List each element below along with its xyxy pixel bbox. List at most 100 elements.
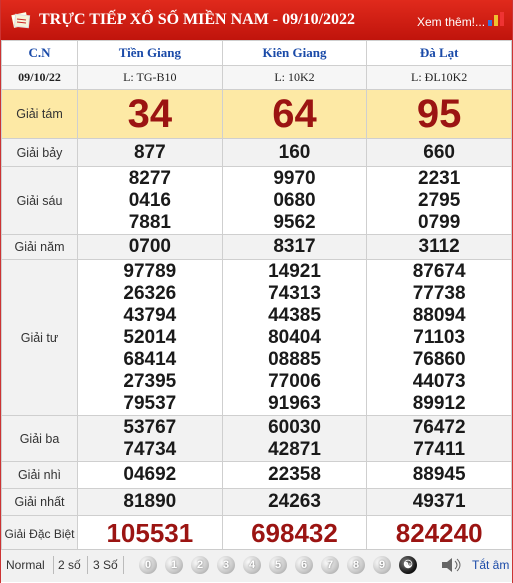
mute-button[interactable]: Tắt âm xyxy=(472,558,509,572)
ticket-code-row: 09/10/22 L: TG-B10 L: 10K2 L: ĐL10K2 xyxy=(1,65,512,90)
prize-row-special: Giải Đặc Biệt 105531 698432 824240 xyxy=(1,515,512,552)
prize-number: 64 xyxy=(272,91,317,136)
prize-number: 7881 xyxy=(128,211,171,233)
divider xyxy=(123,556,124,574)
prize-number: 44385 xyxy=(268,304,321,326)
digit-ball-button[interactable]: 9 xyxy=(373,556,391,574)
prize-row-g2: Giải nhì 04692 22358 88945 xyxy=(1,461,512,489)
digit-ball-button[interactable]: 0 xyxy=(139,556,157,574)
prize-number: 77006 xyxy=(268,370,321,392)
prize-row-g5: Giải năm 0700 8317 3112 xyxy=(1,234,512,260)
prize-number: 53767 xyxy=(123,416,177,438)
prize-row-g4: Giải tư 97789 26326 43794 52014 68414 27… xyxy=(1,259,512,416)
prize-number: 71103 xyxy=(413,326,466,348)
prize-number: 9970 xyxy=(273,167,316,189)
special-prize-number: 824240 xyxy=(395,518,483,548)
prize-number: 8317 xyxy=(273,236,316,257)
prize-number: 52014 xyxy=(123,326,177,348)
prize-number: 77738 xyxy=(412,282,466,304)
lottery-widget: TRỰC TIẾP XỔ SỐ MIỀN NAM - 09/10/2022 Xe… xyxy=(0,0,513,583)
prize-number: 34 xyxy=(127,91,173,136)
prize-number: 80404 xyxy=(268,326,321,348)
prize-number: 9562 xyxy=(273,211,316,233)
prize-number: 42871 xyxy=(268,438,321,460)
digit-ball-button[interactable]: 3 xyxy=(217,556,235,574)
prize-number: 22358 xyxy=(268,464,321,485)
two-digit-mode-button[interactable]: 2 số xyxy=(58,558,81,572)
prize-number: 0700 xyxy=(128,236,171,257)
speaker-icon[interactable] xyxy=(441,558,463,572)
digit-ball-button[interactable]: 4 xyxy=(243,556,261,574)
prize-number: 44073 xyxy=(412,370,466,392)
prize-number: 91963 xyxy=(268,392,321,414)
display-toolbar: Normal 2 số 3 Số 0 1 2 3 4 5 6 7 8 9 ☯ T… xyxy=(1,549,512,582)
prize-number: 14921 xyxy=(268,260,321,282)
digit-ball-button[interactable]: 8 xyxy=(347,556,365,574)
prize-number: 76472 xyxy=(412,416,466,438)
prize-row-g6: Giải sáu 8277 0416 7881 9970 0680 9562 2231 2… xyxy=(1,166,512,235)
prize-number: 08885 xyxy=(268,348,321,370)
digit-ball-button[interactable]: 2 xyxy=(191,556,209,574)
digit-ball-button[interactable]: 1 xyxy=(165,556,183,574)
prize-number: 95 xyxy=(416,91,462,136)
prize-number: 8277 xyxy=(128,167,171,189)
prize-label: Giải năm xyxy=(1,234,78,260)
prize-row-g3: Giải ba 53767 74734 60030 42871 76472 77411 xyxy=(1,415,512,462)
prize-number: 3112 xyxy=(418,236,460,257)
prize-number: 77411 xyxy=(413,438,466,460)
results-table: C.N Tiền Giang Kiên Giang Đà Lạt 09/10/2… xyxy=(1,40,512,552)
prize-number: 49371 xyxy=(412,491,466,512)
prize-number: 74313 xyxy=(268,282,321,304)
prize-number: 160 xyxy=(278,141,311,163)
divider xyxy=(53,556,54,574)
yin-yang-icon[interactable]: ☯ xyxy=(399,556,417,574)
digit-ball-button[interactable]: 5 xyxy=(269,556,287,574)
ticket-code: L: ĐL10K2 xyxy=(366,65,512,90)
prize-label: Giải bảy xyxy=(1,138,78,167)
prize-label: Giải tám xyxy=(1,89,78,139)
divider xyxy=(87,556,88,574)
three-digit-mode-button[interactable]: 3 Số xyxy=(93,558,118,572)
prize-number: 2231 xyxy=(418,167,461,189)
header-bar: TRỰC TIẾP XỔ SỐ MIỀN NAM - 09/10/2022 Xe… xyxy=(1,0,512,40)
province-header[interactable]: Đà Lạt xyxy=(366,40,512,66)
prize-number: 0680 xyxy=(273,189,316,211)
prize-row-g7: Giải bảy 877 160 660 xyxy=(1,138,512,167)
prize-number: 0416 xyxy=(128,189,171,211)
prize-label: Giải nhất xyxy=(1,488,78,516)
prize-row-g1: Giải nhất 81890 24263 49371 xyxy=(1,488,512,516)
prize-number: 88945 xyxy=(412,464,466,485)
special-prize-number: 105531 xyxy=(106,518,194,548)
draw-date: 09/10/22 xyxy=(1,65,78,90)
province-header[interactable]: Tiền Giang xyxy=(77,40,223,66)
prize-number: 0799 xyxy=(418,211,461,233)
prize-number: 81890 xyxy=(123,491,177,512)
province-header[interactable]: Kiên Giang xyxy=(221,40,368,66)
prize-number: 27395 xyxy=(123,370,177,392)
normal-mode-button[interactable]: Normal xyxy=(6,558,45,572)
province-header-row: C.N Tiền Giang Kiên Giang Đà Lạt xyxy=(1,40,512,66)
prize-number: 877 xyxy=(133,141,166,163)
special-prize-number: 698432 xyxy=(251,518,338,548)
lottery-tickets-icon xyxy=(11,12,31,29)
digit-ball-button[interactable]: 6 xyxy=(295,556,313,574)
prize-number: 97789 xyxy=(123,260,177,282)
prize-number: 89912 xyxy=(412,392,466,414)
prize-number: 76860 xyxy=(412,348,466,370)
prize-number: 74734 xyxy=(123,438,177,460)
cn-header: C.N xyxy=(1,40,78,66)
prize-number: 04692 xyxy=(123,464,177,485)
digit-ball-button[interactable]: 7 xyxy=(321,556,339,574)
prize-row-g8: Giải tám 34 64 95 xyxy=(1,89,512,139)
prize-label: Giải Đặc Biệt xyxy=(1,515,78,552)
prize-number: 660 xyxy=(423,141,455,163)
prize-number: 2795 xyxy=(418,189,461,211)
prize-label: Giải ba xyxy=(1,415,78,462)
prize-label: Giải sáu xyxy=(1,166,78,235)
stats-chart-icon[interactable] xyxy=(487,12,505,26)
prize-number: 79537 xyxy=(123,392,177,414)
prize-number: 87674 xyxy=(412,260,466,282)
see-more-link[interactable]: Xem thêm!... xyxy=(417,15,485,29)
ticket-code: L: TG-B10 xyxy=(77,65,223,90)
prize-number: 60030 xyxy=(268,416,321,438)
